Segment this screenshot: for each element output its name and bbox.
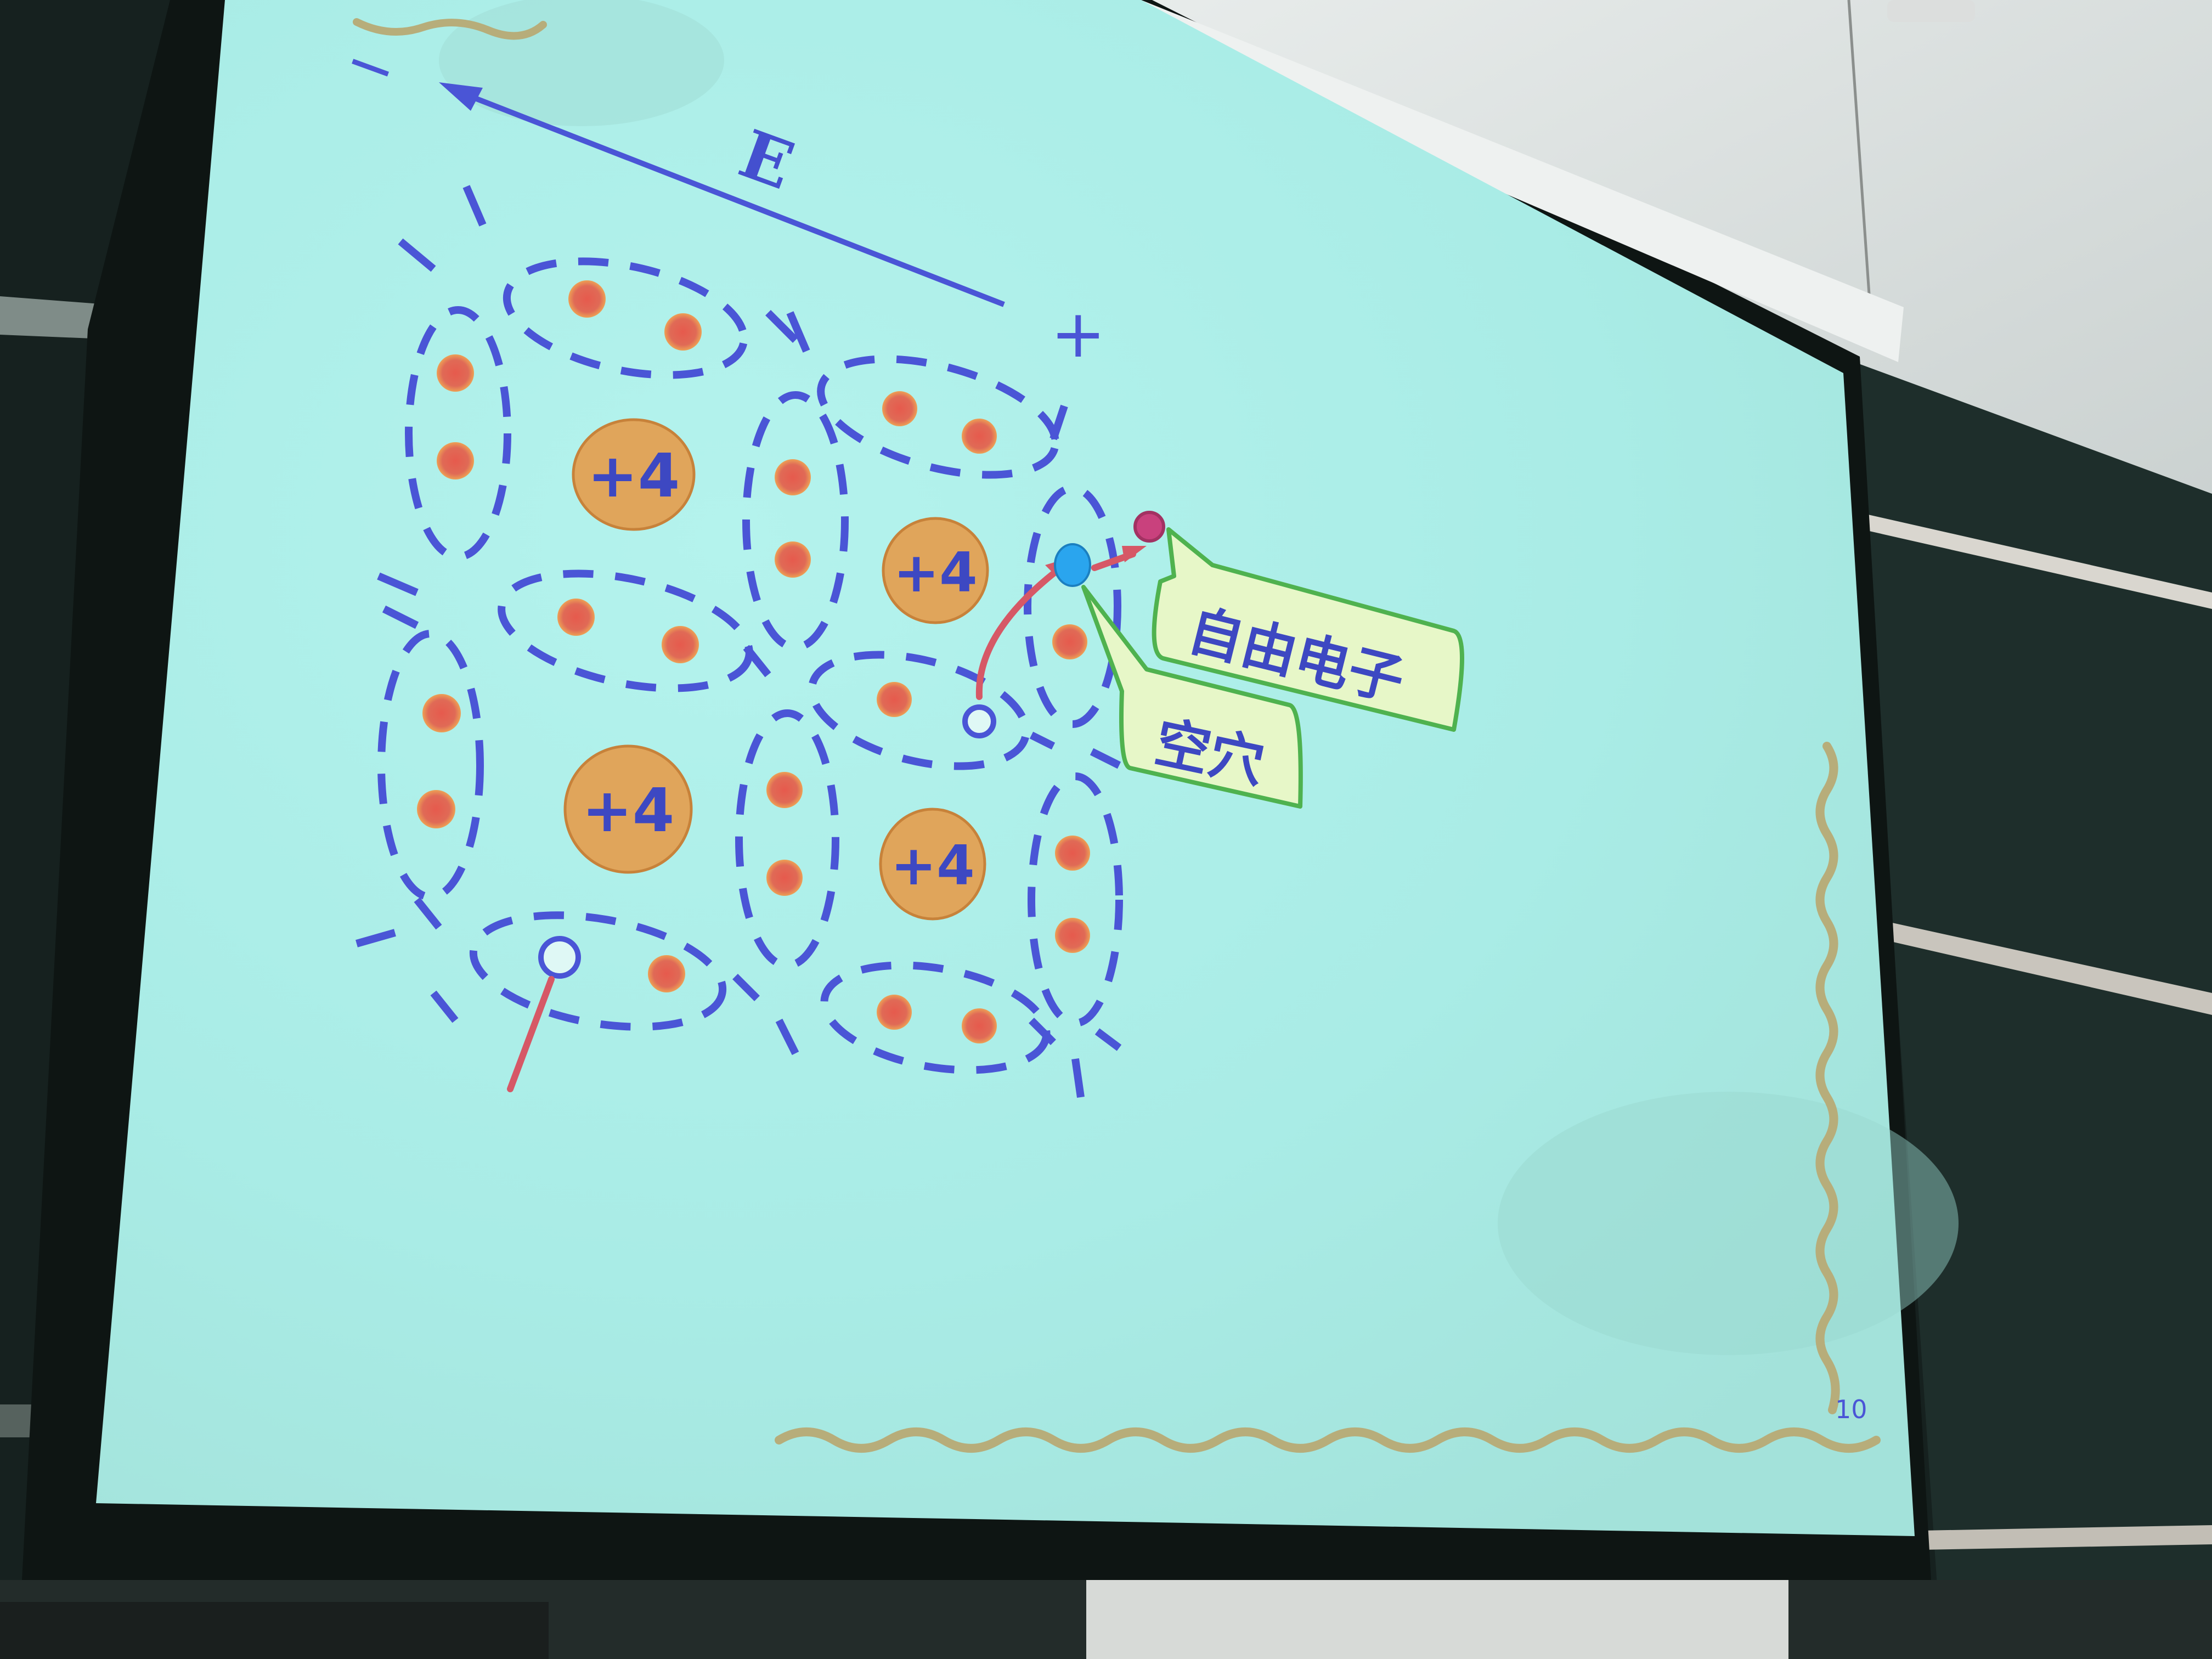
hole-circle-icon (538, 936, 581, 979)
electron (422, 694, 461, 732)
electron (775, 459, 811, 495)
electron (877, 995, 912, 1030)
electron (775, 541, 811, 578)
electron (662, 626, 699, 663)
free-electron-escaped-icon (1133, 511, 1165, 543)
electron (437, 442, 474, 479)
slide-page-number: 10 (1835, 1395, 1867, 1424)
electron (766, 860, 803, 896)
nucleus-top-right: +4 (882, 517, 989, 624)
svg-text:+4: +4 (582, 775, 675, 845)
electron (1055, 836, 1090, 871)
electron (766, 772, 803, 808)
electron (557, 599, 595, 636)
electron (1055, 918, 1090, 953)
nucleus-bottom-left: +4 (563, 744, 693, 874)
plus-sign: + (1051, 296, 1106, 373)
electron (664, 313, 702, 351)
electron (882, 391, 917, 426)
electron (648, 955, 685, 992)
electron (962, 419, 997, 454)
photo-scene: E − + +4 +4 +4 +4 自由电子 空穴 10 (0, 0, 2212, 1659)
electron (417, 790, 455, 828)
hole-circle-icon (962, 704, 996, 738)
svg-text:+4: +4 (893, 540, 977, 605)
electron (1052, 624, 1087, 659)
free-electron-icon (1054, 543, 1091, 587)
electron (437, 354, 474, 392)
electron (962, 1008, 997, 1043)
electron (568, 280, 606, 318)
svg-text:+4: +4 (588, 441, 680, 511)
svg-text:+4: +4 (890, 833, 974, 898)
nucleus-top-left: +4 (572, 418, 696, 531)
nucleus-bottom-right: +4 (879, 808, 986, 921)
electron (877, 682, 912, 717)
